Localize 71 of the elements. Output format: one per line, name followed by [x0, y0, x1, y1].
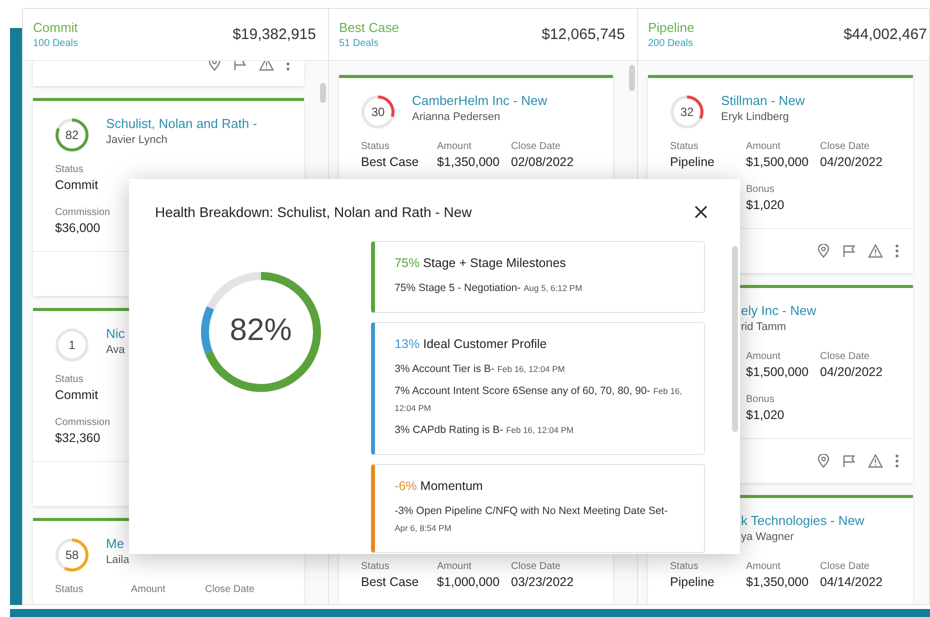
score-value: 82	[64, 128, 80, 142]
field-value: $1,500,000	[746, 154, 809, 171]
field-value: 04/14/2022	[820, 574, 883, 591]
score-value: 32	[679, 105, 695, 119]
breakdown-line: 3% Account Tier is B- Feb 16, 12:04 PM	[394, 362, 566, 377]
breakdown-heading: -6% Momentum	[394, 479, 484, 493]
field-value: Best Case	[361, 574, 419, 591]
field-label: Amount	[437, 560, 472, 574]
field-label: Close Date	[820, 140, 870, 154]
field-label: Status	[361, 140, 390, 154]
field-label: Status	[55, 583, 84, 597]
field-value: $32,360	[55, 430, 100, 447]
field-label: Close Date	[820, 560, 870, 574]
field-value: $1,350,000	[437, 154, 500, 171]
field-label: Amount	[746, 140, 780, 154]
field-value: 02/08/2022	[511, 154, 574, 171]
column-title: Pipeline	[648, 20, 694, 35]
field-label: Status	[55, 373, 84, 387]
field-value: $1,350,000	[746, 574, 809, 591]
score-value: 30	[370, 105, 386, 119]
field-value: $1,020	[746, 407, 784, 424]
field-value: Pipeline	[670, 574, 714, 591]
field-label: Close Date	[511, 560, 560, 574]
column-total: $19,382,915	[232, 26, 316, 43]
field-label: Close Date	[511, 140, 560, 154]
breakdown-heading: 75% Stage + Stage Milestones	[394, 256, 567, 270]
field-value: 04/20/2022	[820, 154, 883, 171]
field-value: Commit	[55, 177, 98, 194]
deal-owner: Arianna Pedersen	[412, 110, 502, 125]
field-label: Status	[361, 560, 390, 574]
field-value: $1,000,000	[437, 574, 500, 591]
field-value: Pipeline	[670, 154, 714, 171]
breakdown-heading: 13% Ideal Customer Profile	[394, 337, 548, 351]
field-value: 04/20/2022	[820, 364, 883, 381]
field-label: Commission	[55, 206, 110, 220]
field-label: Close Date	[205, 583, 254, 597]
column-total: $44,002,467	[844, 26, 927, 43]
field-value: $1,500,000	[746, 364, 809, 381]
field-label: Status	[670, 140, 698, 154]
field-label: Amount	[746, 560, 780, 574]
field-value: $1,020	[746, 197, 784, 214]
column-title: Best Case	[339, 20, 399, 35]
field-label: Amount	[746, 350, 780, 364]
field-label: Amount	[131, 583, 166, 597]
field-label: Status	[670, 560, 698, 574]
field-label: Commission	[55, 416, 110, 430]
column-title: Commit	[33, 20, 78, 35]
score-value: 58	[64, 548, 80, 562]
breakdown-line: 3% CAPdb Rating is B- Feb 16, 12:04 PM	[394, 423, 575, 438]
deal-owner: Javier Lynch	[106, 133, 168, 148]
column-total: $12,065,745	[542, 26, 625, 43]
deal-owner: Ava	[106, 343, 125, 358]
breakdown-line: 75% Stage 5 - Negotiation- Aug 5, 6:12 PM	[394, 281, 584, 296]
deal-owner: Laila	[106, 553, 130, 568]
field-label: Amount	[437, 140, 472, 154]
deal-count: 100 Deals	[33, 38, 78, 49]
deal-count: 51 Deals	[339, 38, 380, 49]
deal-owner: rid Tamm	[741, 320, 788, 335]
field-value: Best Case	[361, 154, 419, 171]
field-label: Status	[55, 163, 84, 177]
field-label: Bonus	[746, 183, 774, 197]
score-value: 1	[68, 338, 76, 352]
field-value: Commit	[55, 387, 98, 404]
field-value: 03/23/2022	[511, 574, 574, 591]
deal-owner: Eryk Lindberg	[721, 110, 790, 125]
field-label: Bonus	[746, 393, 774, 407]
deal-count: 200 Deals	[648, 38, 694, 49]
deal-owner: ya Wagner	[741, 530, 795, 545]
field-value: $36,000	[55, 220, 100, 237]
field-label: Close Date	[820, 350, 870, 364]
health-score: 82%	[228, 312, 293, 348]
